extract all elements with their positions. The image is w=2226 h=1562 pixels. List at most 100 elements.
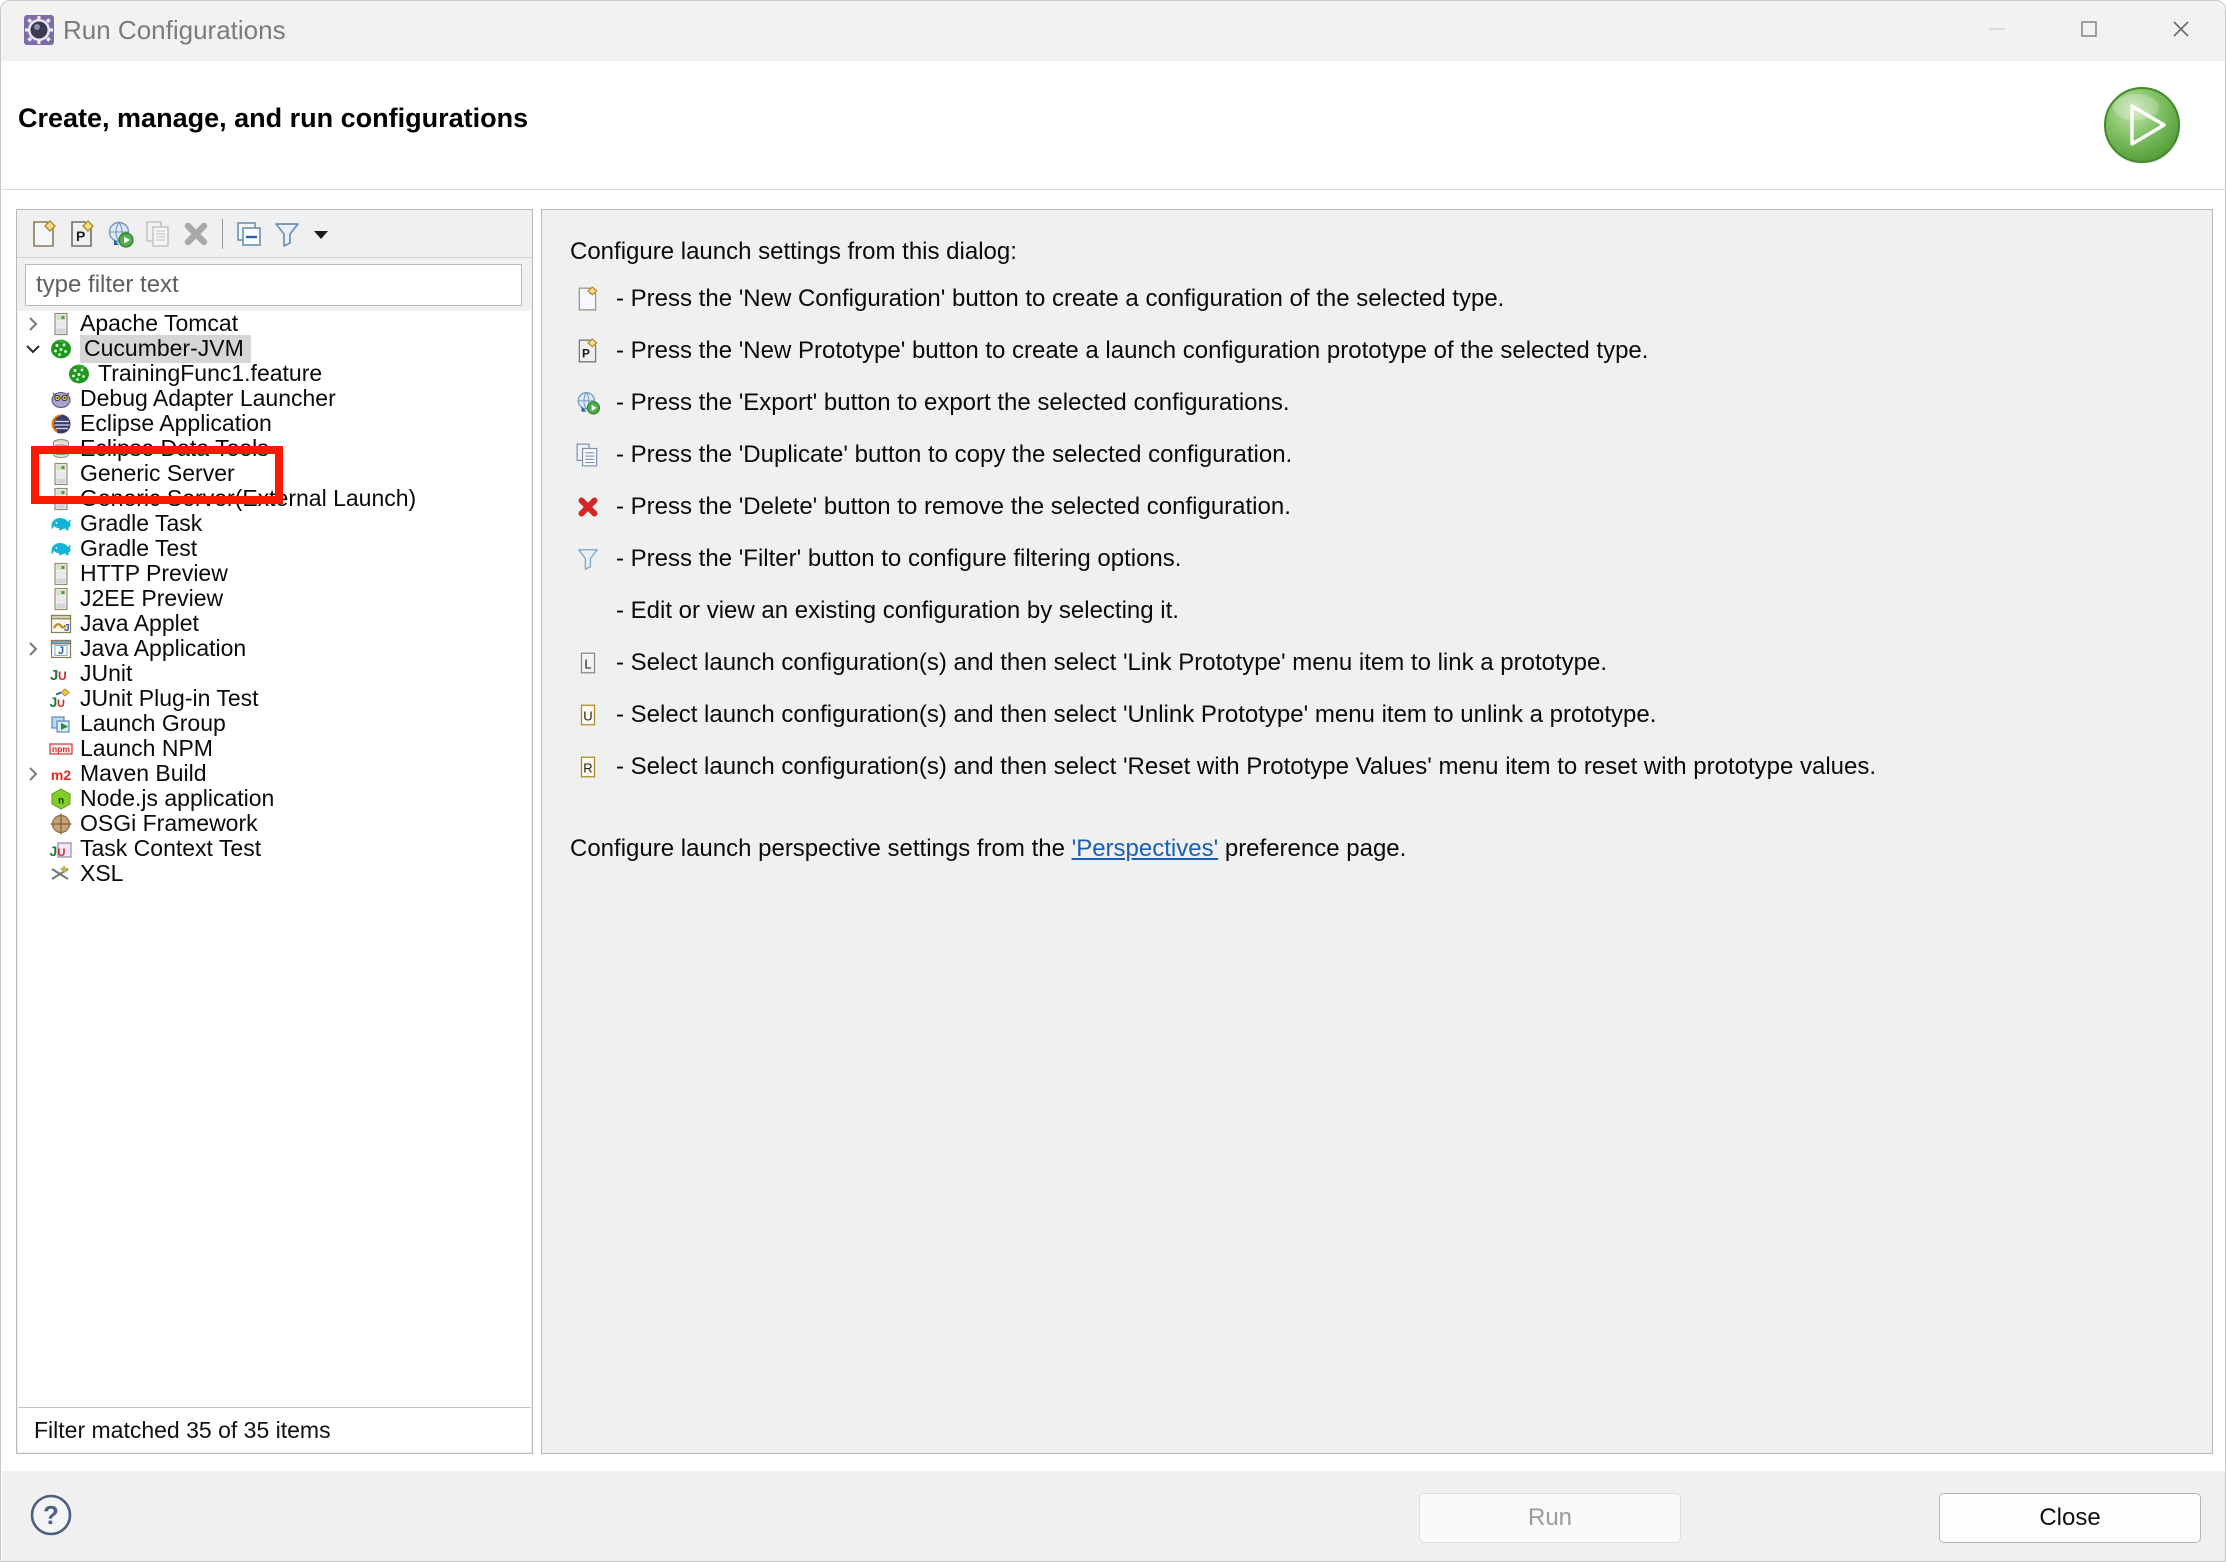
details-hint-row: U - Select launch configuration(s) and th… [568,698,2186,734]
junit-plugin-icon: JU [48,687,74,711]
details-hint-text: - Press the 'Duplicate' button to copy t… [616,441,1293,468]
tree-item-gradle-task[interactable]: Gradle Task [18,511,531,536]
tree-item-generic-server-external-launch[interactable]: Generic Server(External Launch) [18,486,531,511]
new-configuration-button[interactable] [25,215,63,253]
launch-types-pane: P type filter text Apache Tomcat Cucumbe… [16,209,533,1454]
task-context-test-icon: JU [48,837,74,861]
launch-types-tree[interactable]: Apache Tomcat Cucumber-JVM TrainingFunc1.f… [18,311,531,1408]
toolbar-separator [222,218,223,249]
chevron-right-icon[interactable] [18,641,48,657]
tree-item-java-application[interactable]: J Java Application [18,636,531,661]
close-window-button[interactable] [2135,1,2225,57]
tree-item-label: Gradle Test [80,535,198,561]
tree-item-label: Java Application [80,635,247,661]
tree-item-osgi-framework[interactable]: OSGi Framework [18,811,531,836]
tree-item-trainingfunc1-feature[interactable]: TrainingFunc1.feature [18,361,531,386]
tree-item-label: Task Context Test [80,835,262,861]
gradle-elephant-icon [48,512,74,536]
svg-text:P: P [76,228,85,244]
tree-item-debug-adapter-launcher[interactable]: Debug Adapter Launcher [18,386,531,411]
server-icon [48,312,74,336]
gradle-elephant-icon [48,537,74,561]
details-intro-text: Configure launch settings from this dial… [570,238,1017,265]
svg-text:m2: m2 [51,767,71,783]
server-icon [48,487,74,511]
export-icon [568,386,608,420]
delete-icon [568,490,608,524]
tree-item-gradle-test[interactable]: Gradle Test [18,536,531,561]
launch-types-toolbar: P [17,210,532,258]
server-icon [48,462,74,486]
tree-item-label: Launch NPM [80,735,213,761]
perspectives-link[interactable]: 'Perspectives' [1072,835,1219,862]
filter-status-bar: Filter matched 35 of 35 items [18,1407,531,1452]
tree-item-label: OSGi Framework [80,810,258,836]
details-hint-text: - Select launch configuration(s) and the… [616,649,1608,676]
tree-item-http-preview[interactable]: HTTP Preview [18,561,531,586]
tree-item-cucumber-jvm[interactable]: Cucumber-JVM [18,334,531,363]
tree-item-launch-group[interactable]: Launch Group [18,711,531,736]
tree-item-label: Apache Tomcat [80,311,239,336]
tree-item-junit-plug-in-test[interactable]: J U JUnit Plug-in Test [18,686,531,711]
collapse-all-button[interactable] [230,215,268,253]
svg-text:U: U [58,847,66,859]
new-prototype-button[interactable]: P [63,215,101,253]
export-button[interactable] [101,215,139,253]
tree-item-label: Debug Adapter Launcher [80,385,336,411]
npm-icon: npm [48,737,74,761]
tree-item-node-js-application[interactable]: n Node.js application [18,786,531,811]
tree-item-label: Gradle Task [80,510,203,536]
details-hint-text: - Select launch configuration(s) and the… [616,753,1877,780]
new-prototype-icon: P [568,334,608,368]
chevron-down-icon[interactable] [18,341,48,357]
reset-prototype-icon: R [568,750,608,784]
details-hint-list: - Press the 'New Configuration' button t… [568,282,2186,786]
filter-button[interactable] [268,215,306,253]
window-title: Run Configurations [63,15,286,45]
tree-item-task-context-test[interactable]: J U Task Context Test [18,836,531,861]
unlink-prototype-icon: U [568,698,608,732]
tree-item-xsl[interactable]: XSL [18,861,531,886]
tree-item-apache-tomcat[interactable]: Apache Tomcat [18,311,531,336]
tree-item-eclipse-data-tools[interactable]: Eclipse Data Tools [18,436,531,461]
tree-item-maven-build[interactable]: m2 Maven Build [18,761,531,786]
tree-item-generic-server[interactable]: Generic Server [18,461,531,486]
perspective-settings-line: Configure launch perspective settings fr… [570,832,2186,866]
svg-text:n: n [58,795,64,806]
details-hint-text: - Press the 'Delete' button to remove th… [616,493,1291,520]
view-menu-chevron-down-icon[interactable] [306,215,336,253]
server-icon [48,587,74,611]
svg-text:U: U [57,698,65,710]
details-hint-row: - Press the 'Export' button to export th… [568,386,2186,422]
delete-button [177,215,215,253]
tree-item-label: Cucumber-JVM [80,334,251,363]
tree-item-launch-npm[interactable]: npm Launch NPM [18,736,531,761]
help-icon[interactable]: ? [28,1492,74,1538]
chevron-right-icon[interactable] [18,766,48,782]
details-hint-row: - Press the 'Duplicate' button to copy t… [568,438,2186,474]
tree-item-eclipse-application[interactable]: Eclipse Application [18,411,531,436]
chevron-right-icon[interactable] [18,316,48,332]
tree-item-label: J2EE Preview [80,585,224,611]
tree-item-junit[interactable]: J U JUnit [18,661,531,686]
tree-item-label: Launch Group [80,710,226,736]
tree-item-label: Node.js application [80,785,275,811]
details-hint-row: - Press the 'New Configuration' button t… [568,282,2186,318]
svg-text:npm: npm [52,744,70,754]
new-configuration-icon [568,282,608,316]
close-button[interactable]: Close [1939,1493,2201,1543]
tree-item-label: Generic Server(External Launch) [80,485,417,511]
maximize-button[interactable] [2043,1,2135,57]
minimize-button[interactable] [1951,1,2043,57]
run-button[interactable]: Run [1419,1493,1681,1543]
tree-item-j2ee-preview[interactable]: J2EE Preview [18,586,531,611]
maven-icon: m2 [48,762,74,786]
tree-item-label: Maven Build [80,760,207,786]
page-title: Create, manage, and run configurations [18,103,529,133]
details-hint-row: R - Select launch configuration(s) and th… [568,750,2186,786]
eclipse-icon [48,412,74,436]
filter-input[interactable] [25,264,522,306]
tree-item-java-applet[interactable]: J Java Applet [18,611,531,636]
nodejs-icon: n [48,787,74,811]
tree-item-label: XSL [80,860,124,886]
